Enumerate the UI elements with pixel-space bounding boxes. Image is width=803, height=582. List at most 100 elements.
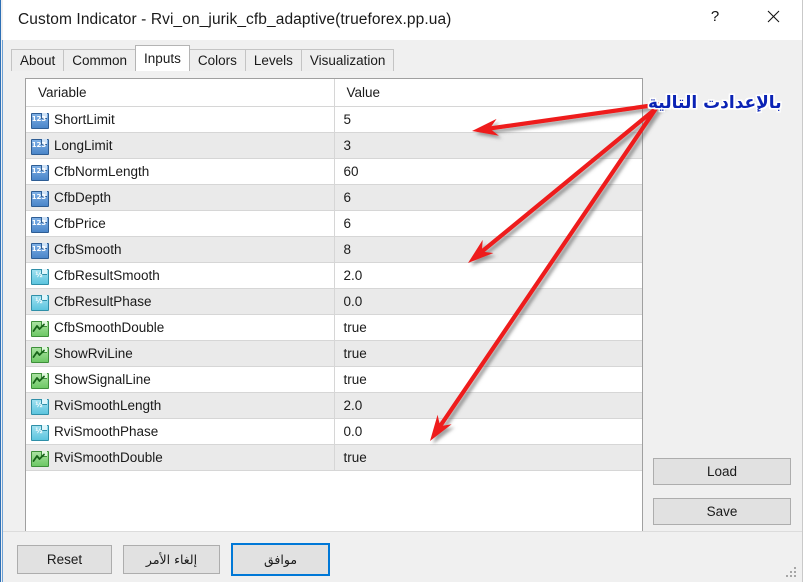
value-text: 6 <box>343 216 352 231</box>
cell-value[interactable]: 2.0 <box>334 392 642 419</box>
save-button[interactable]: Save <box>653 498 791 525</box>
variable-name: ShowSignalLine <box>54 372 151 387</box>
variable-name: CfbDepth <box>54 190 112 205</box>
table-row[interactable]: ShowRviLine true <box>26 340 642 367</box>
variable-name: RviSmoothPhase <box>54 424 159 439</box>
dialog-body: About Common Inputs Colors Levels Visual… <box>3 40 802 582</box>
cell-variable: ½ CfbResultSmooth <box>26 262 335 289</box>
variable-name: CfbSmoothDouble <box>54 320 165 335</box>
table-row[interactable]: ½ CfbResultSmooth 2.0 <box>26 262 642 289</box>
cell-value[interactable]: 8 <box>334 236 642 263</box>
tab-inputs[interactable]: Inputs <box>135 45 190 71</box>
cell-variable: CfbSmoothDouble <box>26 314 335 341</box>
value-text: 6 <box>343 190 352 205</box>
close-button[interactable] <box>750 0 796 32</box>
table-row[interactable]: 123 CfbSmooth 8 <box>26 236 642 263</box>
cell-value[interactable]: 60 <box>334 158 642 185</box>
inputs-table-body: 123 ShortLimit 5 123 LongLimit 3 123 CfbNormLen… <box>26 106 642 471</box>
tab-colors[interactable]: Colors <box>188 49 246 71</box>
value-text: 5 <box>343 112 352 127</box>
cell-value[interactable]: 2.0 <box>334 262 642 289</box>
cell-value[interactable]: 5 <box>334 106 642 133</box>
column-header-value[interactable]: Value <box>334 79 642 107</box>
cell-value[interactable]: 3 <box>334 132 642 159</box>
resize-grip-icon[interactable] <box>786 567 798 579</box>
cell-value[interactable]: true <box>334 314 642 341</box>
int-123-icon: 123 <box>31 138 49 155</box>
variable-cell-content: RviSmoothDouble <box>26 445 334 470</box>
cell-value[interactable]: true <box>334 340 642 367</box>
table-row[interactable]: 123 CfbNormLength 60 <box>26 158 642 185</box>
variable-name: RviSmoothDouble <box>54 450 163 465</box>
cell-value[interactable]: true <box>334 444 642 471</box>
reset-button[interactable]: Reset <box>17 545 112 574</box>
help-button[interactable]: ? <box>692 0 738 32</box>
table-row[interactable]: RviSmoothDouble true <box>26 444 642 471</box>
cancel-button[interactable]: إلغاء الأمر <box>123 545 220 574</box>
value-text: 8 <box>343 242 352 257</box>
tab-levels[interactable]: Levels <box>244 49 302 71</box>
value-text: true <box>343 320 367 335</box>
variable-cell-content: ShowSignalLine <box>26 367 334 392</box>
tab-label: About <box>20 53 56 68</box>
load-button[interactable]: Load <box>653 458 791 485</box>
value-text: true <box>343 346 367 361</box>
inputs-table-container[interactable]: Variable Value 123 ShortLimit 5 123 LongLimi… <box>25 78 643 565</box>
cell-value[interactable]: 6 <box>334 210 642 237</box>
variable-cell-content: 123 CfbNormLength <box>26 159 334 184</box>
cell-value[interactable]: 0.0 <box>334 418 642 445</box>
custom-indicator-dialog: Custom Indicator - Rvi_on_jurik_cfb_adap… <box>0 0 803 582</box>
variable-cell-content: ½ RviSmoothLength <box>26 393 334 418</box>
variable-name: ShowRviLine <box>54 346 133 361</box>
table-row[interactable]: 123 CfbDepth 6 <box>26 184 642 211</box>
int-123-icon: 123 <box>31 164 49 181</box>
column-header-variable[interactable]: Variable <box>26 79 335 107</box>
variable-cell-content: 123 LongLimit <box>26 133 334 158</box>
bool-zigzag-icon <box>31 450 49 467</box>
bool-zigzag-icon <box>31 346 49 363</box>
cell-value[interactable]: true <box>334 366 642 393</box>
double-half-icon: ½ <box>31 294 49 311</box>
table-row[interactable]: ½ RviSmoothLength 2.0 <box>26 392 642 419</box>
variable-cell-content: ½ CfbResultPhase <box>26 289 334 314</box>
cell-variable: ShowSignalLine <box>26 366 335 393</box>
cell-value[interactable]: 0.0 <box>334 288 642 315</box>
table-row[interactable]: 123 ShortLimit 5 <box>26 106 642 133</box>
variable-name: CfbSmooth <box>54 242 122 257</box>
table-row[interactable]: 123 CfbPrice 6 <box>26 210 642 237</box>
double-half-icon: ½ <box>31 268 49 285</box>
tab-label: Colors <box>197 53 237 68</box>
cell-variable: 123 CfbDepth <box>26 184 335 211</box>
cell-value[interactable]: 6 <box>334 184 642 211</box>
table-row[interactable]: ½ RviSmoothPhase 0.0 <box>26 418 642 445</box>
int-123-icon: 123 <box>31 190 49 207</box>
value-text: 3 <box>343 138 352 153</box>
variable-cell-content: 123 CfbPrice <box>26 211 334 236</box>
int-123-icon: 123 <box>31 242 49 259</box>
variable-name: LongLimit <box>54 138 113 153</box>
value-text: 0.0 <box>343 294 363 309</box>
tab-common[interactable]: Common <box>63 49 137 71</box>
table-row[interactable]: ShowSignalLine true <box>26 366 642 393</box>
tab-visualization[interactable]: Visualization <box>300 49 395 71</box>
cell-variable: RviSmoothDouble <box>26 444 335 471</box>
variable-cell-content: CfbSmoothDouble <box>26 315 334 340</box>
tab-label: Levels <box>253 53 293 68</box>
tab-about[interactable]: About <box>11 49 65 71</box>
variable-cell-content: 123 CfbSmooth <box>26 237 334 262</box>
tab-label: Inputs <box>144 51 181 66</box>
cell-variable: 123 LongLimit <box>26 132 335 159</box>
variable-name: CfbNormLength <box>54 164 150 179</box>
table-header-row: Variable Value <box>26 79 642 107</box>
cell-variable: ½ CfbResultPhase <box>26 288 335 315</box>
table-row[interactable]: CfbSmoothDouble true <box>26 314 642 341</box>
variable-name: ShortLimit <box>54 112 115 127</box>
tab-label: Common <box>72 53 128 68</box>
table-row[interactable]: 123 LongLimit 3 <box>26 132 642 159</box>
variable-cell-content: ½ RviSmoothPhase <box>26 419 334 444</box>
inputs-table: Variable Value 123 ShortLimit 5 123 LongLimi… <box>26 79 642 471</box>
tab-strip: About Common Inputs Colors Levels Visual… <box>11 45 395 71</box>
ok-button[interactable]: موافق <box>231 543 330 576</box>
cell-variable: 123 CfbNormLength <box>26 158 335 185</box>
table-row[interactable]: ½ CfbResultPhase 0.0 <box>26 288 642 315</box>
